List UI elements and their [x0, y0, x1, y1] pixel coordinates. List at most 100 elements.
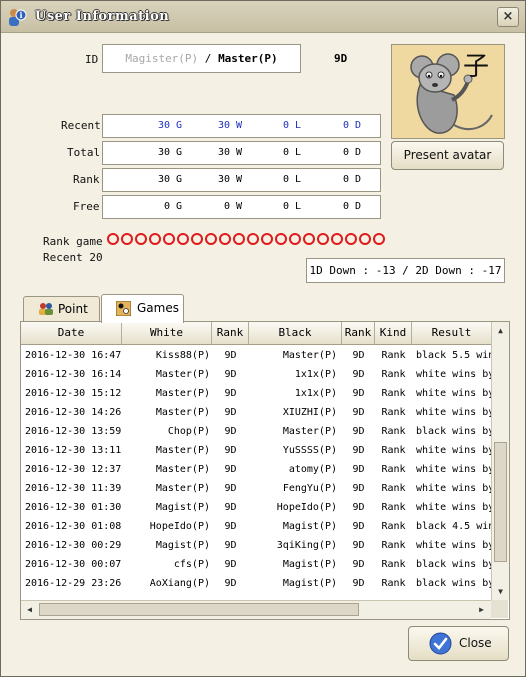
cell-black: XIUZHI(P) — [282, 407, 337, 418]
table-row[interactable]: 2016-12-30 12:37 Master(P) 9D atomy(P) 9D Ran… — [21, 460, 491, 479]
table-row[interactable]: 2016-12-30 16:14 Master(P) 9D 1x1x(P) 9D Rank… — [21, 365, 491, 384]
loss-result-circle — [149, 233, 161, 245]
stat-losses: 0 L — [283, 174, 302, 185]
table-row[interactable]: 2016-12-29 23:26 AoXiang(P) 9D Magist(P) 9D R… — [21, 574, 491, 593]
cell-kind: Rank — [381, 445, 406, 456]
id-previous-name: Magister(P) — [125, 52, 199, 65]
loss-result-circle — [359, 233, 371, 245]
loss-result-circle — [275, 233, 287, 245]
cell-white-rank: 9D — [224, 388, 237, 399]
col-kind[interactable]: Kind — [375, 322, 412, 344]
col-white[interactable]: White — [122, 322, 212, 344]
loss-result-circle — [317, 233, 329, 245]
cell-black: FengYu(P) — [282, 483, 337, 494]
stat-draws: 0 D — [343, 147, 362, 158]
table-row[interactable]: 2016-12-30 11:39 Master(P) 9D FengYu(P) 9D Ra… — [21, 479, 491, 498]
cell-white: Master(P) — [155, 445, 210, 456]
vertical-scroll-thumb[interactable] — [494, 442, 507, 562]
cell-kind: Rank — [381, 483, 406, 494]
scroll-left-arrow-icon[interactable]: ◀ — [22, 602, 37, 617]
cell-date: 2016-12-30 12:37 — [25, 464, 122, 475]
horizontal-scroll-thumb[interactable] — [39, 603, 359, 616]
loss-result-circle — [107, 233, 119, 245]
cell-result: black 4.5 wins — [416, 521, 491, 532]
games-table-header: Date White Rank Black Rank Kind Result — [21, 322, 491, 345]
cell-kind: Rank — [381, 426, 406, 437]
cell-kind: Rank — [381, 502, 406, 513]
col-result[interactable]: Result — [412, 322, 491, 344]
col-date[interactable]: Date — [21, 322, 122, 344]
table-row[interactable]: 2016-12-30 01:30 Magist(P) 9D HopeIdo(P) 9D R… — [21, 498, 491, 517]
close-button[interactable]: Close — [408, 626, 509, 661]
cell-white-rank: 9D — [224, 445, 237, 456]
cell-white-rank: 9D — [224, 369, 237, 380]
cell-black: HopeIdo(P) — [276, 502, 337, 513]
stat-label-recent: Recent — [61, 119, 101, 132]
title-close-button[interactable]: × — [497, 7, 519, 27]
cell-black: Magist(P) — [282, 559, 337, 570]
stat-losses: 0 L — [283, 201, 302, 212]
cell-kind: Rank — [381, 350, 406, 361]
table-row[interactable]: 2016-12-30 13:59 Chop(P) 9D Master(P) 9D Rank… — [21, 422, 491, 441]
avatar-image: 子 — [391, 44, 505, 139]
id-current-name: Master(P) — [218, 52, 278, 65]
cell-kind: Rank — [381, 559, 406, 570]
close-button-label: Close — [459, 636, 492, 650]
stat-wins: 0 W — [224, 201, 243, 212]
table-row[interactable]: 2016-12-30 16:47 Kiss88(P) 9D Master(P) 9D Ra… — [21, 346, 491, 365]
tab-point[interactable]: Point — [23, 296, 100, 321]
cell-white: HopeIdo(P) — [149, 521, 210, 532]
cell-white: Chop(P) — [167, 426, 210, 437]
horizontal-scrollbar[interactable]: ◀ ▶ — [21, 600, 491, 619]
cell-black-rank: 9D — [352, 464, 365, 475]
rank-down-status: 1D Down : -13 / 2D Down : -17 — [306, 258, 505, 283]
scroll-up-arrow-icon[interactable]: ▲ — [493, 323, 508, 338]
cell-kind: Rank — [381, 578, 406, 589]
stat-row-rank: 30 G 30 W 0 L 0 D — [102, 168, 381, 192]
col-black-rank[interactable]: Rank — [342, 322, 375, 344]
cell-white: Magist(P) — [155, 540, 210, 551]
table-row[interactable]: 2016-12-30 15:12 Master(P) 9D 1x1x(P) 9D Rank… — [21, 384, 491, 403]
table-row[interactable]: 2016-12-30 14:26 Master(P) 9D XIUZHI(P) 9D Ra… — [21, 403, 491, 422]
cell-white-rank: 9D — [224, 578, 237, 589]
cell-result: white wins by — [416, 369, 491, 380]
tab-games[interactable]: Games — [101, 294, 184, 323]
window-title: User Information — [35, 9, 170, 24]
table-row[interactable]: 2016-12-30 13:11 Master(P) 9D YuSSSS(P) 9D Ra… — [21, 441, 491, 460]
stat-draws: 0 D — [343, 174, 362, 185]
cell-date: 2016-12-30 14:26 — [25, 407, 122, 418]
cell-result: white wins by — [416, 540, 491, 551]
present-avatar-button[interactable]: Present avatar — [391, 141, 504, 170]
scroll-down-arrow-icon[interactable]: ▼ — [493, 584, 508, 599]
mouse-avatar-icon: 子 — [392, 45, 504, 138]
cell-white: cfs(P) — [173, 559, 210, 570]
vertical-scrollbar[interactable]: ▲ ▼ — [491, 322, 509, 600]
cell-white-rank: 9D — [224, 521, 237, 532]
user-info-icon: i — [9, 9, 27, 26]
games-table[interactable]: Date White Rank Black Rank Kind Result 2… — [21, 322, 491, 600]
loss-result-circle — [261, 233, 273, 245]
cell-black-rank: 9D — [352, 350, 365, 361]
cell-black-rank: 9D — [352, 521, 365, 532]
table-row[interactable]: 2016-12-30 01:08 HopeIdo(P) 9D Magist(P) 9D R… — [21, 517, 491, 536]
svg-text:i: i — [19, 10, 22, 20]
cell-black-rank: 9D — [352, 578, 365, 589]
loss-result-circle — [191, 233, 203, 245]
cell-kind: Rank — [381, 407, 406, 418]
table-row[interactable]: 2016-12-30 00:29 Magist(P) 9D 3qiKing(P) 9D R… — [21, 536, 491, 555]
col-black[interactable]: Black — [249, 322, 342, 344]
stat-label-total: Total — [67, 146, 101, 159]
cell-white-rank: 9D — [224, 502, 237, 513]
scroll-right-arrow-icon[interactable]: ▶ — [474, 602, 489, 617]
title-bar[interactable]: i User Information × — [1, 1, 525, 33]
cell-black-rank: 9D — [352, 483, 365, 494]
user-rank: 9D — [334, 52, 348, 65]
stat-losses: 0 L — [283, 147, 302, 158]
col-white-rank[interactable]: Rank — [212, 322, 249, 344]
cell-black-rank: 9D — [352, 559, 365, 570]
cell-date: 2016-12-30 16:14 — [25, 369, 122, 380]
table-row[interactable]: 2016-12-30 00:07 cfs(P) 9D Magist(P) 9D Rank b… — [21, 555, 491, 574]
cell-white-rank: 9D — [224, 426, 237, 437]
cell-date: 2016-12-30 13:59 — [25, 426, 122, 437]
loss-result-circle — [289, 233, 301, 245]
